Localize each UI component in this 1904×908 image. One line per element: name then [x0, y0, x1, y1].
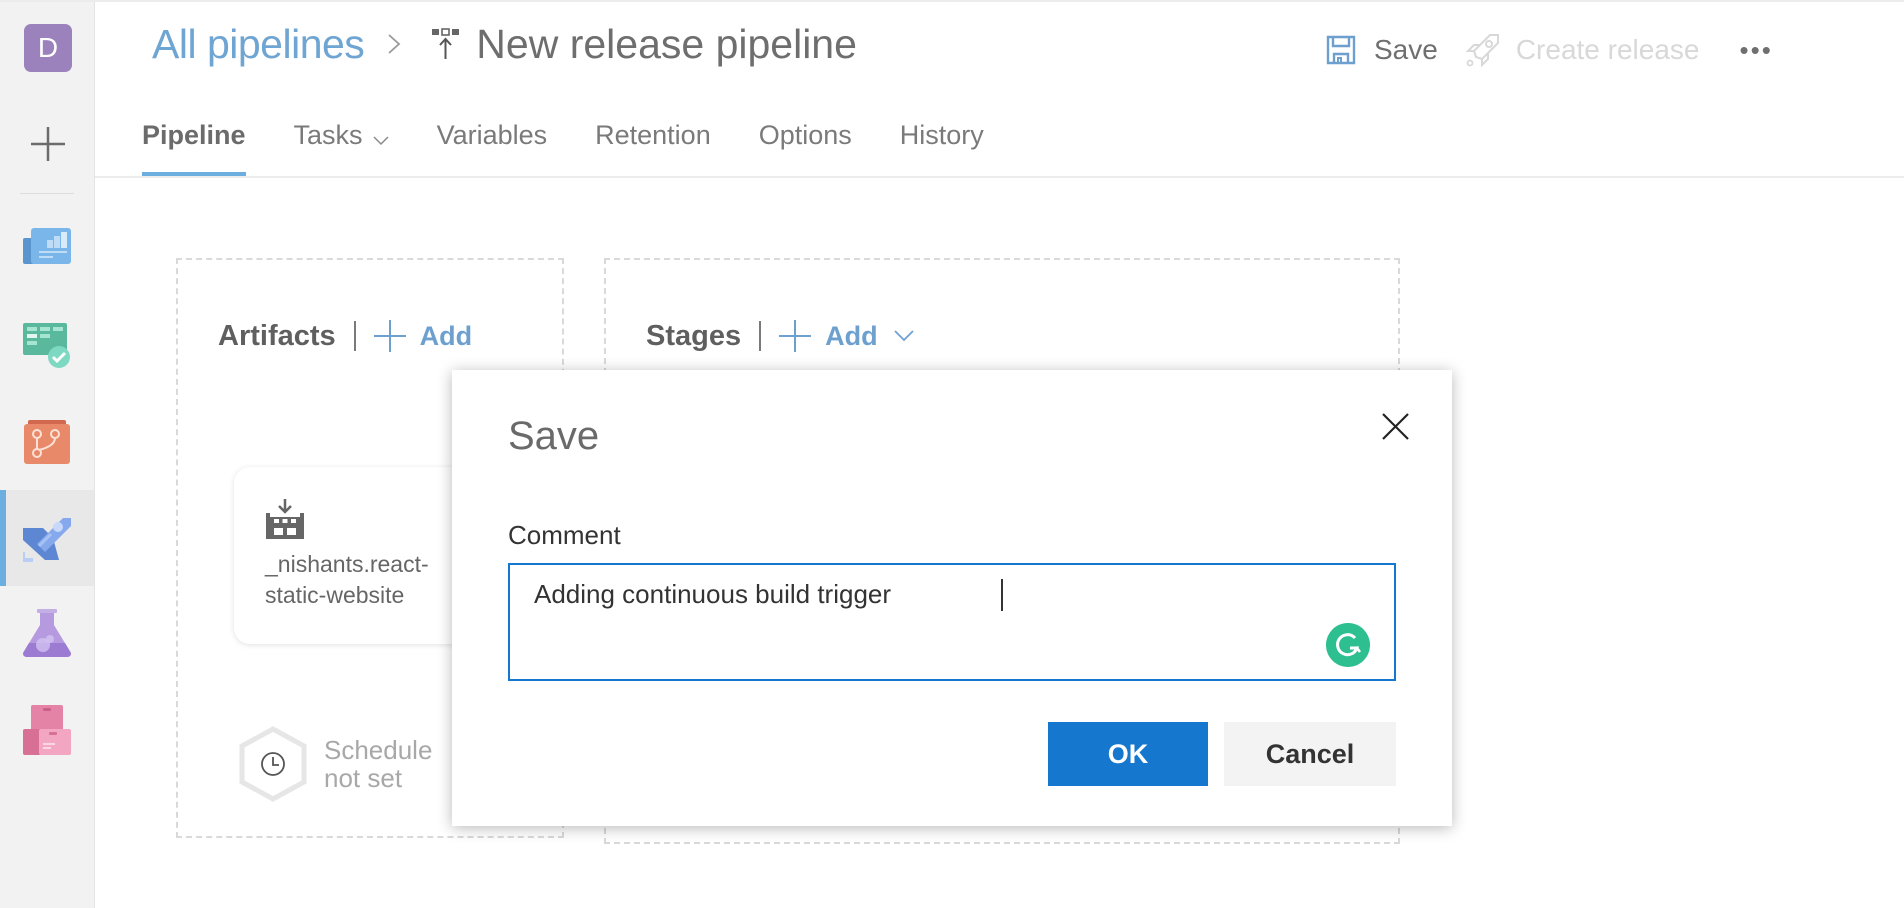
- sidebar-item-artifacts[interactable]: [0, 682, 94, 778]
- tab-retention[interactable]: Retention: [595, 112, 711, 176]
- tab-pipeline-label: Pipeline: [142, 120, 246, 150]
- sidebar: D: [0, 2, 95, 908]
- header-divider: [353, 321, 356, 351]
- save-dialog: Save Comment Adding continuous build tri…: [452, 370, 1452, 826]
- top-border: [0, 0, 1904, 2]
- schedule-clock-icon: [239, 726, 307, 802]
- tab-tasks-label: Tasks: [293, 120, 363, 150]
- save-floppy-icon: [1326, 35, 1356, 65]
- artifacts-title: Artifacts: [218, 319, 336, 352]
- schedule-trigger[interactable]: Schedule not set: [238, 726, 432, 802]
- sidebar-item-pipelines[interactable]: [0, 490, 94, 586]
- save-toolbar-label: Save: [1374, 34, 1438, 65]
- add-stage-label: Add: [825, 320, 878, 351]
- more-actions-button[interactable]: •••: [1739, 35, 1772, 66]
- artifacts-package-icon: [23, 705, 71, 755]
- stages-header: Stages Add: [646, 314, 914, 358]
- breadcrumb-all-pipelines-link[interactable]: All pipelines: [152, 21, 365, 68]
- tab-options-label: Options: [758, 120, 852, 150]
- chevron-right-icon: [388, 34, 401, 54]
- schedule-status: Schedule not set: [324, 736, 432, 792]
- sidebar-item-overview[interactable]: [0, 202, 94, 298]
- build-artifact-icon: [266, 499, 304, 539]
- tab-tasks[interactable]: Tasks: [294, 112, 389, 176]
- page-title: New release pipeline: [476, 20, 857, 67]
- rocket-icon: [1465, 34, 1499, 67]
- add-artifact-label: Add: [419, 320, 473, 351]
- schedule-line1: Schedule: [324, 735, 433, 765]
- pipeline-tabs: Pipeline Tasks Variables Retention Optio…: [142, 112, 1032, 176]
- create-release-label: Create release: [1515, 34, 1700, 65]
- boards-overview-icon: [23, 228, 71, 264]
- tab-options[interactable]: Options: [759, 112, 852, 176]
- toolbar: Save Create release •••: [1326, 28, 1773, 72]
- save-toolbar-button[interactable]: Save: [1326, 34, 1438, 66]
- artifacts-header: Artifacts Add: [218, 314, 472, 358]
- stages-title: Stages: [646, 319, 742, 352]
- add-stage-button[interactable]: Add: [779, 320, 914, 352]
- comment-textarea[interactable]: Adding continuous build trigger: [510, 565, 1394, 679]
- comment-label: Comment: [508, 520, 621, 550]
- tab-variables[interactable]: Variables: [437, 112, 548, 176]
- ok-button[interactable]: OK: [1048, 722, 1208, 786]
- tabs-divider: [95, 176, 1904, 178]
- tab-history-label: History: [899, 120, 984, 150]
- plus-icon: [373, 320, 406, 352]
- close-icon[interactable]: [1382, 413, 1409, 440]
- release-pipeline-icon: [432, 28, 460, 59]
- tab-retention-label: Retention: [595, 120, 711, 150]
- test-flask-icon: [23, 609, 71, 657]
- chevron-down-icon: [893, 330, 914, 342]
- more-ellipsis-icon: •••: [1739, 34, 1773, 65]
- sidebar-item-test-plans[interactable]: [0, 586, 94, 682]
- sidebar-item-boards[interactable]: [0, 298, 94, 394]
- plus-icon: [779, 320, 812, 352]
- organization-avatar[interactable]: D: [24, 24, 72, 72]
- add-artifact-button[interactable]: Add: [373, 320, 473, 352]
- boards-check-icon: [23, 323, 70, 368]
- repos-icon: [24, 420, 70, 464]
- tab-history[interactable]: History: [900, 112, 984, 176]
- sidebar-divider: [20, 193, 74, 194]
- tab-pipeline[interactable]: Pipeline: [142, 112, 246, 176]
- create-release-button[interactable]: Create release: [1465, 33, 1700, 67]
- chevron-down-icon: [373, 136, 389, 146]
- text-caret: [1001, 579, 1003, 611]
- dialog-title: Save: [508, 414, 600, 458]
- grammarly-icon[interactable]: [1326, 623, 1370, 667]
- breadcrumb: All pipelines New release pipeline: [152, 14, 857, 74]
- tab-variables-label: Variables: [436, 120, 548, 150]
- pipelines-rocket-icon: [23, 518, 71, 562]
- schedule-line2: not set: [324, 763, 403, 793]
- sidebar-item-repos[interactable]: [0, 394, 94, 490]
- comment-field: Adding continuous build trigger: [508, 563, 1396, 681]
- cancel-button[interactable]: Cancel: [1224, 722, 1396, 786]
- header-divider: [759, 321, 762, 351]
- new-project-plus-icon[interactable]: [31, 127, 65, 161]
